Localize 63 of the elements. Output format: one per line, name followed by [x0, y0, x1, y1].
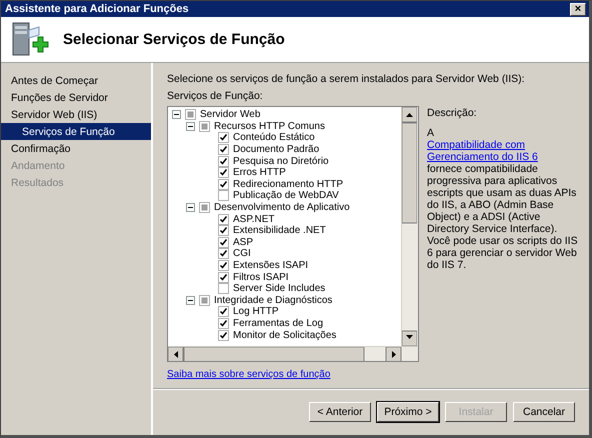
tree-item[interactable]: Filtros ISAPI	[233, 272, 289, 283]
wizard-button[interactable]: < Anterior	[309, 402, 371, 422]
tree-item[interactable]: Recursos HTTP Comuns	[214, 120, 325, 132]
tree-item[interactable]: Erros HTTP	[233, 167, 286, 178]
tree-item[interactable]: Monitor de Solicitações	[233, 330, 336, 341]
description-label: Descrição:	[427, 107, 478, 119]
checkbox[interactable]	[218, 178, 229, 190]
wizard-button[interactable]: Cancelar	[513, 402, 575, 422]
instruction-text: Selecione os serviços de função a serem instalados para Servidor Web (IIS):	[167, 73, 526, 85]
collapse-icon[interactable]	[186, 296, 195, 305]
tree-item[interactable]: Ferramentas de Log	[233, 318, 324, 329]
tree-item[interactable]: Pesquisa no Diretório	[233, 156, 329, 167]
nav-item[interactable]: Funções de Servidor	[1, 89, 151, 106]
tree-item[interactable]: ASP.NET	[233, 214, 274, 225]
tree-item[interactable]: Server Side Includes	[233, 283, 326, 294]
checkbox[interactable]	[199, 202, 210, 214]
description-text: A Compatibilidade com Gerenciamento do IIS 6 fornece compatibilidade progressiva para aplicativos escripts que usam as duas APIs do IIS, a ABO (Admin Base Object) e a ADSI (Active Directory Service Interface). Você pode usar os scripts do IIS 6 para gerenciar o servidor Web do IIS 7.	[427, 127, 583, 271]
checkbox[interactable]	[218, 318, 229, 329]
tree-item[interactable]: Servidor Web	[200, 109, 260, 120]
nav-item[interactable]: Antes de Começar	[1, 72, 151, 89]
checkbox[interactable]	[218, 214, 229, 225]
collapse-icon[interactable]	[172, 110, 181, 120]
tree-label: Serviços de Função:	[167, 90, 264, 102]
tree-item[interactable]: Documento Padrão	[233, 144, 320, 156]
tree-item[interactable]: Extensibilidade .NET	[233, 225, 326, 236]
nav-item[interactable]: Servidor Web (IIS)	[1, 106, 151, 123]
checkbox[interactable]	[199, 294, 210, 306]
description-link[interactable]: Compatibilidade com Gerenciamento do IIS 6	[427, 139, 583, 163]
checkbox[interactable]	[218, 248, 229, 260]
wizard-button[interactable]: Próximo >	[377, 402, 439, 422]
window-title: Assistente para Adicionar Funções	[5, 3, 189, 15]
checkbox[interactable]	[185, 109, 196, 120]
checkbox[interactable]	[218, 190, 229, 202]
tree-item[interactable]: Extensões ISAPI	[233, 260, 308, 272]
tree-item[interactable]: Redirecionamento HTTP	[233, 178, 344, 190]
checkbox[interactable]	[199, 120, 210, 132]
nav-item[interactable]: Serviços de Função	[1, 123, 151, 140]
tree-item[interactable]: ASP	[233, 236, 254, 248]
collapse-icon[interactable]	[186, 122, 195, 131]
page-title: Selecionar Serviços de Função	[63, 31, 285, 48]
nav-item[interactable]: Confirmação	[1, 140, 151, 157]
tree-item[interactable]: Publicação de WebDAV	[233, 190, 339, 202]
checkbox[interactable]	[218, 156, 229, 167]
tree-item[interactable]: Desenvolvimento de Aplicativo	[214, 202, 350, 214]
tree-item[interactable]: CGI	[233, 248, 251, 260]
vertical-scrollbar[interactable]	[401, 107, 418, 347]
checkbox[interactable]	[218, 260, 229, 272]
checkbox[interactable]	[218, 306, 229, 318]
checkbox[interactable]	[218, 132, 229, 144]
checkbox[interactable]	[218, 167, 229, 178]
checkbox[interactable]	[218, 225, 229, 236]
checkbox[interactable]	[218, 330, 229, 341]
tree-item[interactable]: Log HTTP	[233, 306, 279, 318]
learn-more-link[interactable]: Saiba mais sobre serviços de função	[167, 369, 330, 380]
tree-item[interactable]: Conteúdo Estático	[233, 132, 315, 144]
close-button[interactable]: ×	[570, 2, 586, 16]
checkbox[interactable]	[218, 272, 229, 283]
checkbox[interactable]	[218, 144, 229, 156]
checkbox[interactable]	[218, 236, 229, 248]
tree-item[interactable]: Integridade e Diagnósticos	[214, 294, 332, 306]
horizontal-scrollbar[interactable]	[168, 346, 418, 361]
checkbox[interactable]	[218, 283, 229, 294]
collapse-icon[interactable]	[186, 203, 195, 212]
